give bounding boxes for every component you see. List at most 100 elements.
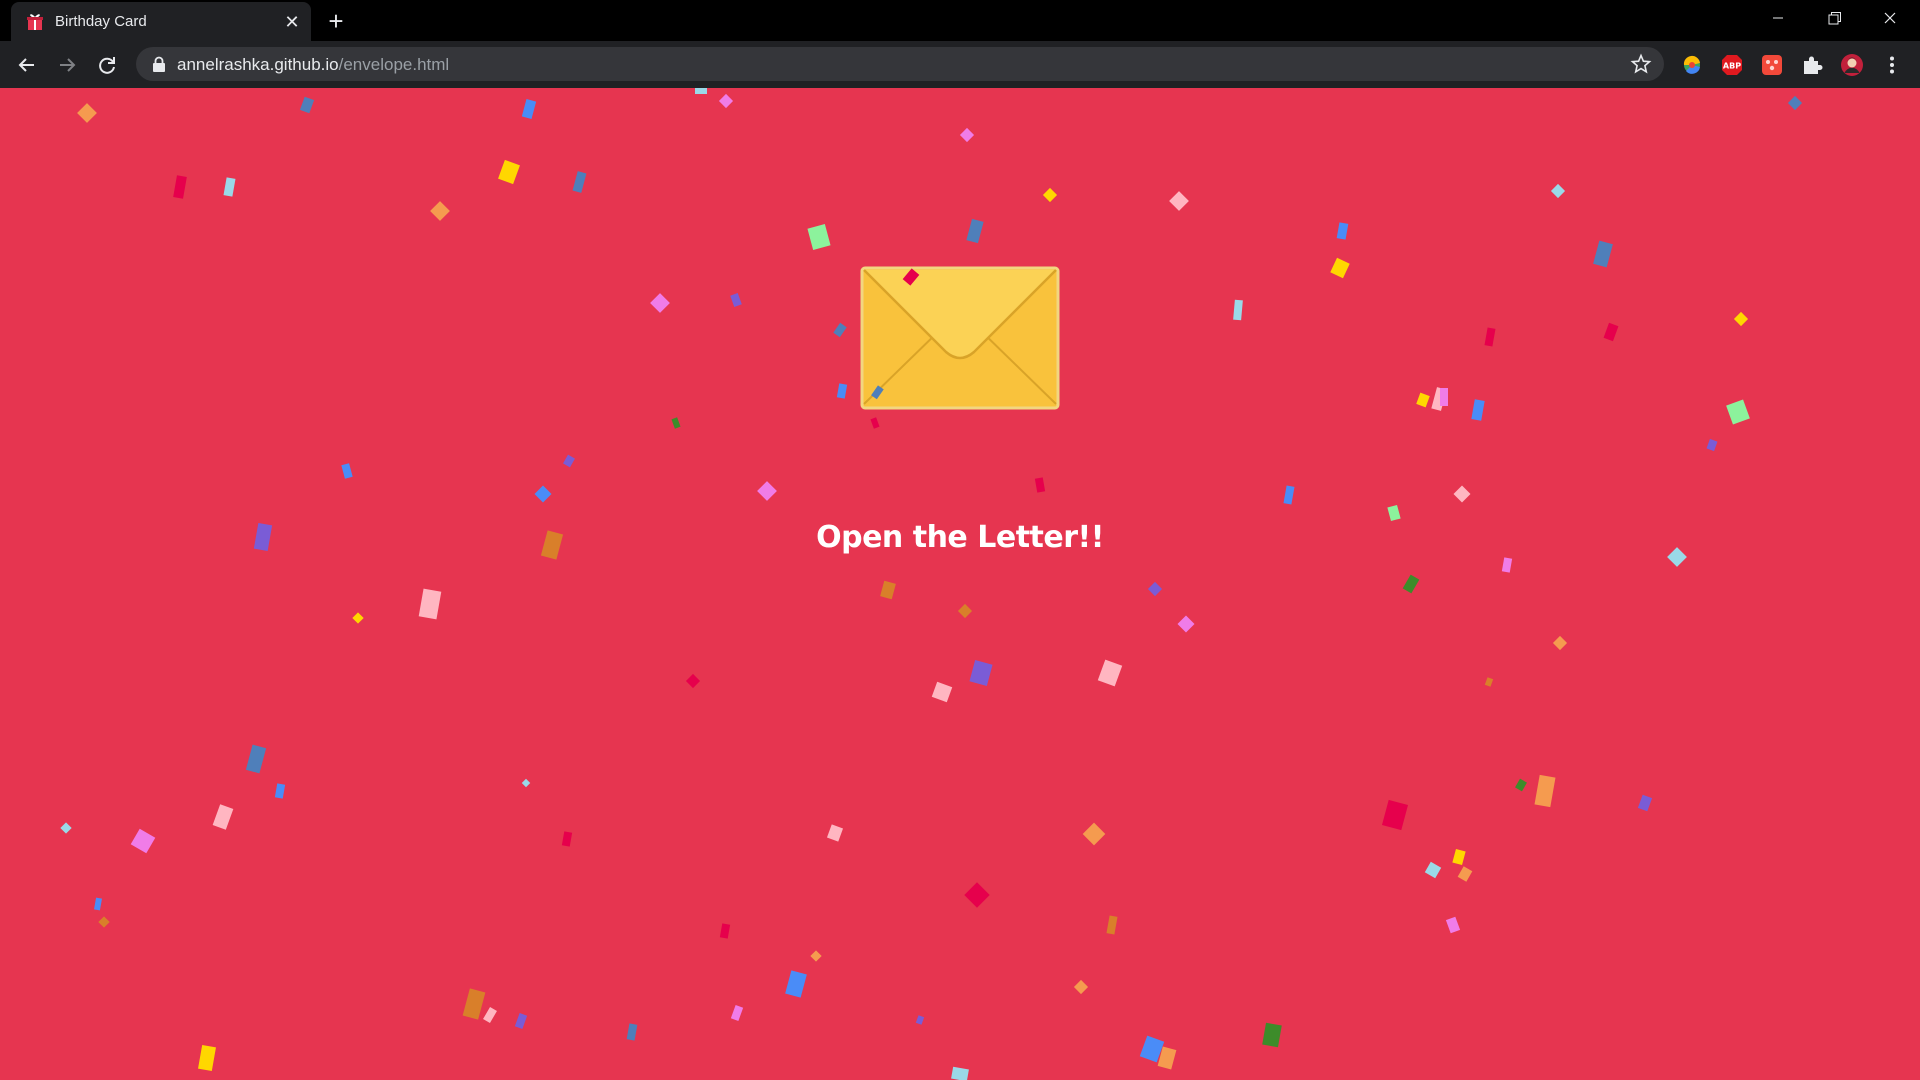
confetti-piece (969, 660, 993, 686)
confetti-piece (718, 93, 734, 109)
confetti-piece (1233, 299, 1243, 321)
page-content: Open the Letter!! (0, 88, 1920, 1080)
abp-icon[interactable]: ABP (1720, 53, 1744, 77)
confetti-piece (77, 103, 97, 123)
back-button[interactable] (12, 50, 42, 80)
confetti-piece (1452, 848, 1466, 866)
reload-icon (99, 57, 115, 74)
confetti-piece (1593, 240, 1613, 268)
url-text: annelrashka.github.io/envelope.html (177, 55, 449, 75)
reload-button[interactable] (92, 50, 122, 80)
confetti-piece (836, 383, 848, 399)
close-icon[interactable]: ✕ (281, 11, 303, 33)
arrow-left-icon (18, 58, 34, 72)
confetti-piece (1484, 327, 1496, 347)
envelope-icon[interactable] (860, 266, 1060, 410)
confetti-piece (671, 417, 681, 429)
confetti-piece (572, 171, 587, 193)
red-extension-icon[interactable] (1760, 53, 1784, 77)
confetti-piece (650, 293, 670, 313)
confetti-piece (1381, 799, 1409, 831)
confetti-piece (1726, 399, 1750, 425)
url-path: /envelope.html (338, 55, 450, 74)
confetti-piece (561, 831, 573, 847)
tab-title: Birthday Card (55, 13, 147, 30)
confetti-piece (1733, 311, 1749, 327)
browser-toolbar: annelrashka.github.io/envelope.html ABP (0, 41, 1920, 88)
gift-box-icon (27, 14, 43, 30)
confetti-piece (498, 159, 520, 185)
confetti-piece (1387, 504, 1401, 522)
confetti-piece (1416, 392, 1430, 408)
confetti-piece (1262, 1022, 1282, 1048)
confetti-piece (130, 828, 156, 854)
confetti-piece (1501, 557, 1513, 573)
confetti-piece (483, 1006, 497, 1024)
confetti-piece (695, 88, 707, 94)
confetti-piece (1440, 388, 1448, 406)
confetti-piece (1169, 191, 1189, 211)
confetti-piece (1336, 222, 1349, 240)
confetti-piece (352, 612, 364, 624)
new-tab-button[interactable]: + (322, 8, 350, 36)
confetti-piece (951, 1066, 969, 1080)
confetti-piece (964, 882, 990, 908)
confetti-piece (274, 783, 286, 799)
confetti-piece (521, 778, 531, 788)
confetti-piece (719, 923, 731, 939)
confetti-piece (60, 822, 72, 834)
confetti-piece (1042, 187, 1058, 203)
confetti-piece (810, 950, 822, 962)
confetti-piece (826, 824, 844, 842)
confetti-piece (1424, 861, 1442, 879)
confetti-piece (957, 603, 973, 619)
confetti-piece (1457, 866, 1473, 882)
restore-button[interactable] (1806, 0, 1862, 36)
confetti-piece (1637, 794, 1653, 812)
confetti-piece (521, 99, 537, 119)
confetti-piece (1484, 677, 1494, 687)
confetti-piece (418, 588, 442, 620)
confetti-piece (1453, 485, 1471, 503)
confetti-piece (880, 580, 896, 600)
page-headline: Open the Letter!! (816, 520, 1104, 555)
confetti-piece (959, 127, 975, 143)
address-bar[interactable]: annelrashka.github.io/envelope.html (136, 47, 1664, 81)
puzzle-icon[interactable] (1800, 53, 1824, 77)
confetti-piece (915, 1015, 925, 1025)
bookmark-star-icon[interactable] (1630, 53, 1652, 75)
confetti-piece (514, 1013, 528, 1029)
url-host: annelrashka.github.io (177, 55, 339, 74)
confetti-piece (223, 177, 236, 197)
confetti-piece (1603, 322, 1619, 342)
confetti-piece (785, 970, 807, 998)
confetti-piece (563, 454, 575, 468)
browser-tab[interactable]: Birthday Card ✕ (11, 2, 311, 41)
confetti-piece (173, 175, 187, 199)
confetti-piece (1034, 477, 1046, 493)
confetti-piece (966, 218, 984, 244)
confetti-piece (833, 322, 847, 338)
confetti-piece (1106, 915, 1118, 935)
arrow-right-icon (60, 58, 76, 72)
lock-icon (153, 56, 165, 72)
confetti-piece (757, 481, 777, 501)
confetti-piece (807, 224, 831, 250)
confetti-piece (341, 463, 353, 479)
confetti-piece (1534, 774, 1556, 808)
confetti-piece (1552, 635, 1568, 651)
confetti-piece (870, 417, 880, 429)
minimize-button[interactable] (1750, 0, 1806, 36)
menu-dots-icon[interactable] (1880, 53, 1904, 77)
profile-avatar[interactable] (1840, 53, 1864, 77)
confetti-piece (1787, 95, 1803, 111)
confetti-piece (626, 1023, 638, 1041)
confetti-piece (430, 201, 450, 221)
forward-button[interactable] (52, 50, 82, 80)
confetti-piece (730, 1005, 744, 1021)
colorful-extension-icon[interactable] (1680, 53, 1704, 77)
confetti-piece (1330, 257, 1350, 279)
confetti-piece (462, 988, 486, 1020)
abp-label: ABP (1723, 62, 1741, 71)
close-window-button[interactable] (1862, 0, 1918, 36)
